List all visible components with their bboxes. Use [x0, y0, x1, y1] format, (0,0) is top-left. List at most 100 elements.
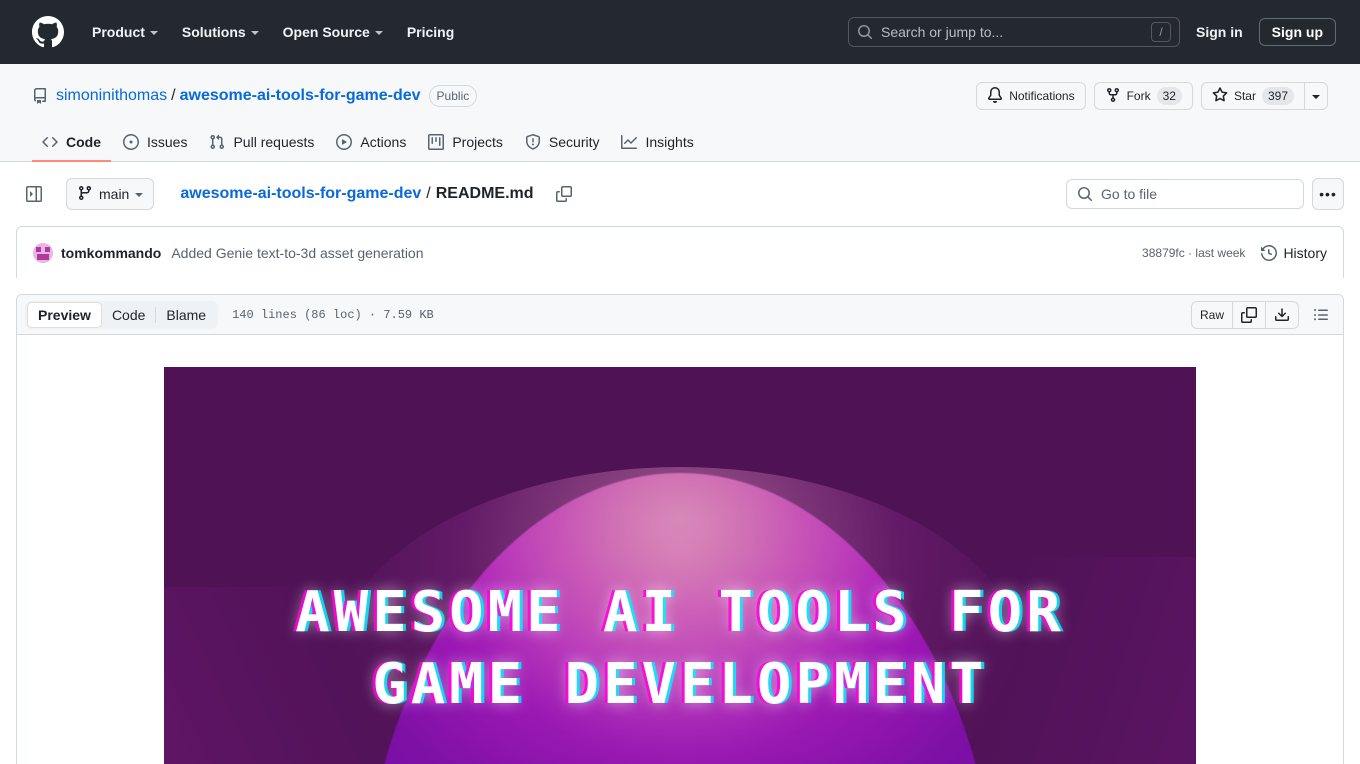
global-header-right: Search or jump to... / Sign in Sign up	[848, 17, 1344, 47]
search-icon	[857, 24, 873, 40]
tab-actions[interactable]: Actions	[326, 126, 416, 162]
download-icon[interactable]	[1265, 301, 1298, 328]
tab-issues[interactable]: Issues	[113, 126, 197, 162]
breadcrumb: awesome-ai-tools-for-game-dev / README.m…	[180, 185, 533, 203]
history-label: History	[1283, 244, 1327, 261]
star-label: Star	[1233, 89, 1256, 103]
table-icon	[428, 134, 445, 150]
history-icon	[1261, 244, 1278, 261]
tab-label: Security	[548, 134, 600, 150]
repo-owner-link[interactable]: simoninithomas	[56, 87, 167, 105]
commit-message-link[interactable]: Added Genie text-to-3d asset generation	[171, 245, 423, 261]
breadcrumb-current-file: README.md	[435, 185, 534, 202]
chevron-down-icon	[374, 31, 383, 35]
copy-icon[interactable]	[1232, 301, 1265, 328]
triangle-down-icon	[135, 193, 144, 197]
tab-security[interactable]: Security	[515, 126, 610, 162]
file-toolbar-right: Raw	[1190, 300, 1335, 329]
breadcrumb-separator: /	[426, 185, 431, 202]
tab-label: Code	[66, 134, 101, 150]
search-input[interactable]: Search or jump to... /	[848, 17, 1180, 47]
file-toolbar: Preview Code Blame 140 lines (86 loc) · …	[17, 295, 1343, 335]
tab-code-view[interactable]: Code	[102, 303, 155, 327]
tab-pull-requests[interactable]: Pull requests	[199, 126, 324, 162]
tab-label: Pull requests	[233, 134, 315, 150]
tab-projects[interactable]: Projects	[418, 126, 513, 162]
global-nav-item-product[interactable]: Product	[80, 16, 170, 48]
sidebar-expand-icon[interactable]	[20, 180, 48, 208]
fork-count: 32	[1156, 87, 1182, 105]
issue-opened-icon	[123, 134, 139, 150]
outline-toggle-icon[interactable]	[1307, 301, 1335, 329]
star-button-group: Star 397	[1200, 82, 1328, 110]
readme-preview-content: AWESOME AI TOOLS FOR GAME DEVELOPMENT	[17, 335, 1343, 764]
file-nav-right: Go to file •••	[1066, 178, 1344, 210]
search-placeholder: Search or jump to...	[881, 24, 1004, 40]
repo-visibility-badge: Public	[428, 85, 478, 107]
tab-preview[interactable]: Preview	[27, 301, 102, 328]
sign-up-button[interactable]: Sign up	[1258, 18, 1336, 46]
notifications-label: Notifications	[1009, 89, 1075, 103]
repo-name-link[interactable]: awesome-ai-tools-for-game-dev	[180, 87, 421, 105]
file-content-box: Preview Code Blame 140 lines (86 loc) · …	[16, 294, 1344, 764]
more-options-button[interactable]: •••	[1312, 178, 1344, 210]
readme-banner-image: AWESOME AI TOOLS FOR GAME DEVELOPMENT	[164, 367, 1196, 764]
github-mark-icon[interactable]	[32, 16, 64, 48]
repo-nav-tabs: Code Issues Pull requests Actions Projec…	[32, 126, 1328, 162]
file-nav-row: main awesome-ai-tools-for-game-dev / REA…	[0, 162, 1360, 226]
bell-icon	[987, 86, 1003, 106]
graph-icon	[621, 134, 638, 150]
commit-sha-and-time[interactable]: 38879fc · last week	[1142, 246, 1245, 260]
sign-in-link[interactable]: Sign in	[1192, 24, 1247, 40]
branch-name: main	[99, 186, 130, 202]
commit-meta-group: 38879fc · last week History	[1142, 245, 1327, 261]
global-nav-label: Solutions	[181, 24, 246, 40]
star-dropdown-button[interactable]	[1305, 82, 1328, 110]
branch-selector-button[interactable]: main	[66, 178, 155, 210]
global-header: Product Solutions Open Source Pricing Se…	[0, 0, 1360, 64]
global-nav-item-solutions[interactable]: Solutions	[170, 16, 271, 48]
copy-path-icon[interactable]	[552, 182, 576, 206]
tab-insights[interactable]: Insights	[611, 126, 703, 162]
star-count: 397	[1261, 87, 1294, 105]
search-shortcut-key: /	[1151, 22, 1171, 42]
star-button[interactable]: Star 397	[1200, 82, 1305, 110]
tab-blame[interactable]: Blame	[156, 303, 216, 327]
repo-title-row: simoninithomas / awesome-ai-tools-for-ga…	[32, 80, 1328, 112]
tab-label: Issues	[147, 134, 188, 150]
raw-button[interactable]: Raw	[1192, 302, 1232, 328]
banner-title-line-2: GAME DEVELOPMENT	[372, 652, 988, 717]
global-nav-item-open-source[interactable]: Open Source	[271, 16, 395, 48]
avatar[interactable]	[33, 242, 53, 263]
chevron-down-icon	[149, 31, 158, 35]
notifications-button[interactable]: Notifications	[976, 82, 1086, 110]
go-to-file-placeholder: Go to file	[1101, 186, 1158, 202]
fork-icon	[1105, 87, 1121, 106]
tab-label: Projects	[452, 134, 503, 150]
global-nav-label: Product	[92, 24, 145, 40]
fork-button[interactable]: Fork 32	[1093, 82, 1193, 110]
search-icon	[1077, 186, 1093, 202]
commit-author-link[interactable]: tomkommando	[61, 245, 161, 261]
tab-code[interactable]: Code	[32, 126, 111, 162]
code-icon	[42, 134, 58, 150]
star-icon	[1212, 86, 1228, 106]
tab-label: Insights	[645, 134, 694, 150]
chevron-down-icon	[250, 31, 259, 35]
shield-icon	[525, 134, 541, 150]
file-action-group: Raw	[1190, 300, 1299, 329]
global-nav-label: Pricing	[406, 24, 455, 40]
repo-header: simoninithomas / awesome-ai-tools-for-ga…	[0, 64, 1360, 162]
repo-title-separator: /	[171, 87, 176, 104]
go-to-file-input[interactable]: Go to file	[1066, 179, 1304, 209]
tab-label: Actions	[360, 134, 407, 150]
repo-actions: Notifications Fork 32 Star 397	[976, 82, 1328, 110]
commit-history-link[interactable]: History	[1261, 245, 1327, 261]
file-view-tabs: Preview Code Blame	[25, 300, 219, 329]
fork-label: Fork	[1126, 89, 1151, 103]
breadcrumb-repo-link[interactable]: awesome-ai-tools-for-game-dev	[180, 185, 421, 203]
repo-icon	[32, 88, 48, 104]
global-nav-item-pricing[interactable]: Pricing	[395, 16, 466, 48]
global-nav: Product Solutions Open Source Pricing	[80, 16, 466, 48]
git-branch-icon	[77, 185, 93, 204]
